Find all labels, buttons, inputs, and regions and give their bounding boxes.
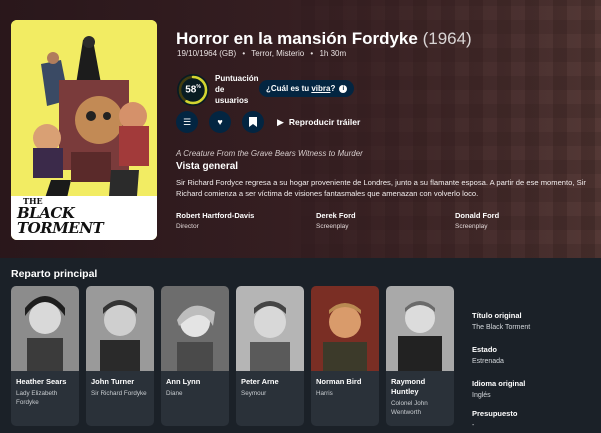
fact-value: Inglés — [472, 392, 491, 399]
runtime: 1h 30m — [319, 49, 347, 58]
tagline: A Creature From the Grave Bears Witness … — [176, 149, 363, 158]
cast-name[interactable]: Ann Lynn — [161, 371, 229, 387]
crew-name[interactable]: Donald Ford — [455, 211, 499, 220]
cast-photo — [236, 286, 304, 371]
crew-list: Robert Hartford-Davis Director Derek For… — [176, 211, 596, 235]
heart-icon: ♥ — [217, 117, 223, 127]
fact-value: The Black Torment — [472, 324, 531, 331]
watchlist-button[interactable] — [242, 111, 264, 133]
favorite-button[interactable]: ♥ — [209, 111, 231, 133]
list-icon: ☰ — [182, 116, 192, 127]
movie-header: THE BLACK TORMENT Horror en la mansión F… — [0, 0, 601, 258]
movie-title-row: Horror en la mansión Fordyke (1964) — [176, 29, 472, 49]
fact-status: Estado Estrenada — [472, 345, 597, 365]
fact-label: Título original — [472, 311, 522, 320]
cast-photo — [386, 286, 454, 371]
cast-role: Colonel John Wentworth — [391, 400, 428, 416]
movie-facts: 19/10/1964 (GB) • Terror, Misterio • 1h … — [177, 49, 347, 58]
cast-scroller[interactable]: Heather Sears Lady Elizabeth Fordyke Joh… — [11, 286, 461, 433]
crew-item: Derek Ford Screenplay — [316, 211, 356, 230]
vibe-button[interactable]: ¿Cuál es tu vibra? i — [259, 80, 355, 97]
score-chart[interactable]: 58% — [177, 73, 209, 106]
cast-name[interactable]: John Turner — [86, 371, 154, 387]
cast-card[interactable]: Norman Bird Harris — [311, 286, 379, 426]
cast-role: Lady Elizabeth Fordyke — [16, 390, 58, 406]
play-trailer-button[interactable]: ▶ Reproducir tráiler — [277, 117, 360, 128]
fact-label: Idioma original — [472, 379, 526, 388]
action-bar: ☰ ♥ ▶ Reproducir tráiler — [176, 111, 360, 133]
cast-card[interactable]: Peter Arne Seymour — [236, 286, 304, 426]
vibe-link[interactable]: vibra — [311, 84, 330, 93]
crew-item: Donald Ford Screenplay — [455, 211, 499, 230]
cast-card[interactable]: Ann Lynn Diane — [161, 286, 229, 426]
release-date: 19/10/1964 (GB) — [177, 49, 237, 58]
cast-heading: Reparto principal — [11, 268, 98, 280]
score-value: 58 — [185, 84, 197, 96]
fact-budget: Presupuesto - — [472, 409, 597, 429]
overview-heading: Vista general — [176, 161, 239, 172]
poster-title: BLACK TORMENT — [17, 204, 104, 237]
cast-role: Sir Richard Fordyke — [91, 390, 147, 397]
facts-panel: Título original The Black Torment Estado… — [472, 311, 597, 433]
add-to-list-button[interactable]: ☰ — [176, 111, 198, 133]
cast-role: Harris — [316, 390, 333, 397]
score-label: Puntuación de usuarios — [215, 74, 259, 105]
cast-name[interactable]: Raymond Huntley — [386, 371, 454, 397]
cast-photo — [311, 286, 379, 371]
movie-title[interactable]: Horror en la mansión Fordyke — [176, 29, 418, 48]
fact-original-title: Título original The Black Torment — [472, 311, 597, 331]
cast-name[interactable]: Norman Bird — [311, 371, 379, 387]
crew-job: Screenplay — [455, 223, 488, 230]
crew-job: Screenplay — [316, 223, 349, 230]
movie-poster[interactable]: THE BLACK TORMENT — [11, 20, 157, 240]
play-icon: ▶ — [277, 116, 284, 127]
play-trailer-label: Reproducir tráiler — [288, 117, 361, 127]
cast-card[interactable]: Heather Sears Lady Elizabeth Fordyke — [11, 286, 79, 426]
cast-photo — [11, 286, 79, 371]
fact-label: Estado — [472, 345, 498, 354]
fact-label: Presupuesto — [472, 409, 518, 418]
bookmark-icon — [249, 117, 257, 127]
crew-name[interactable]: Derek Ford — [316, 211, 356, 220]
info-icon[interactable]: i — [339, 84, 348, 93]
overview-text: Sir Richard Fordyce regresa a su hogar p… — [176, 178, 586, 198]
crew-job: Director — [176, 223, 199, 230]
cast-photo — [161, 286, 229, 371]
crew-item: Robert Hartford-Davis Director — [176, 211, 254, 230]
fact-language: Idioma original Inglés — [472, 379, 597, 399]
fact-value: Estrenada — [472, 358, 504, 365]
crew-name[interactable]: Robert Hartford-Davis — [176, 211, 254, 220]
cast-role: Diane — [166, 390, 183, 397]
cast-card[interactable]: John Turner Sir Richard Fordyke — [86, 286, 154, 426]
fact-value: - — [472, 422, 475, 429]
user-score: 58% Puntuación de usuarios — [177, 73, 259, 106]
movie-year: (1964) — [422, 29, 472, 48]
cast-name[interactable]: Peter Arne — [236, 371, 304, 387]
cast-role: Seymour — [241, 390, 267, 397]
cast-card[interactable]: Raymond Huntley Colonel John Wentworth — [386, 286, 454, 426]
cast-name[interactable]: Heather Sears — [11, 371, 79, 387]
cast-photo — [86, 286, 154, 371]
genres[interactable]: Terror, Misterio — [251, 49, 304, 58]
